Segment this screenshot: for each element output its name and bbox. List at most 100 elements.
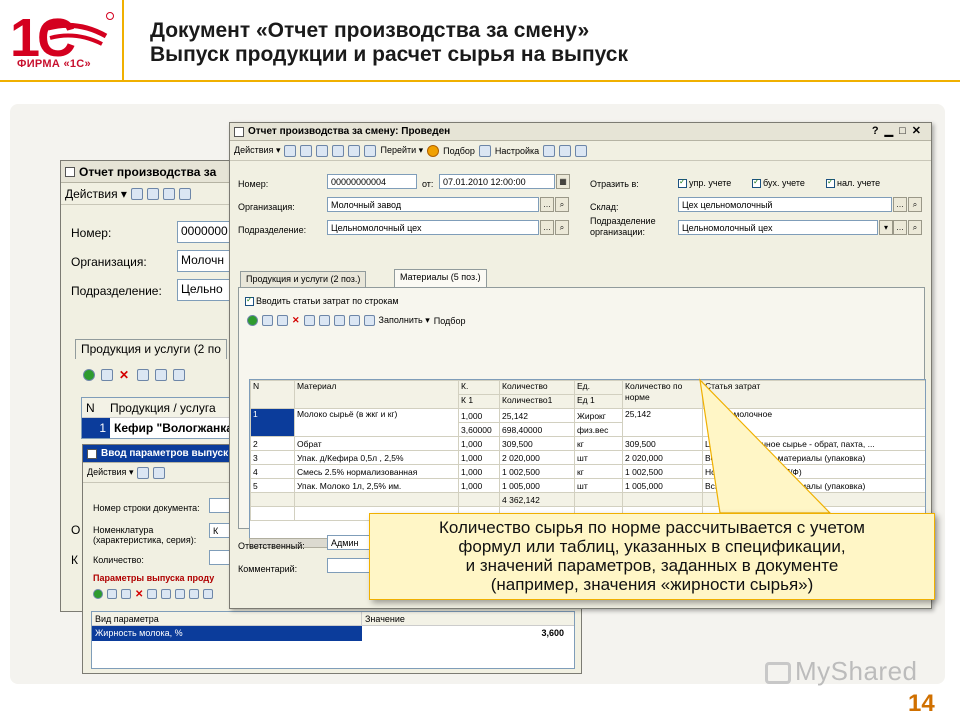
goto-menu[interactable]: Перейти ▾ [380, 145, 423, 156]
col-n: N [86, 401, 95, 415]
search-icon[interactable]: ⌕ [555, 220, 569, 235]
table-row[interactable]: Жирность молока, % 3,600 [92, 626, 574, 641]
save-icon[interactable] [147, 589, 158, 599]
dept-org-field[interactable]: Цельномолочный цех [678, 220, 878, 235]
add-icon[interactable] [247, 315, 258, 326]
row-number-label: Номер строки документа: [93, 503, 200, 513]
responsible-label: Ответственный: [238, 541, 305, 551]
reflect-mgmt-checkbox[interactable]: упр. учете [678, 177, 731, 189]
col-unit: Ед. [574, 380, 623, 395]
edit-icon[interactable] [277, 315, 288, 326]
table-row[interactable]: 1 Кефир "Вологжанка [82, 418, 250, 438]
organization-field[interactable]: Молочный завод [327, 197, 539, 212]
select-button[interactable]: … [893, 220, 907, 235]
actions-menu[interactable]: Действия ▾ [65, 187, 127, 201]
down-arrow-icon[interactable] [173, 369, 185, 381]
delete-icon[interactable]: ✕ [292, 315, 300, 326]
obscured-label: О [71, 523, 81, 537]
col-material: Материал [294, 380, 459, 409]
chevron-down-icon[interactable]: ▾ [879, 220, 893, 235]
callout-line: Количество сырья по норме рассчитывается… [438, 518, 865, 537]
save-icon[interactable] [303, 315, 315, 326]
reflect-acc-checkbox[interactable]: бух. учете [752, 177, 805, 189]
col-qty1: Количество1 [499, 394, 575, 409]
reflect-tax-checkbox[interactable]: нал. учете [826, 177, 880, 189]
up-arrow-icon[interactable] [130, 187, 143, 200]
up-arrow-icon[interactable] [161, 589, 172, 599]
company-name: ФИРМА «1С» [17, 58, 91, 70]
search-icon[interactable]: ⌕ [908, 220, 922, 235]
tab-materials[interactable]: Материалы (5 поз.) [394, 269, 487, 287]
post-icon[interactable] [316, 144, 329, 157]
save-icon[interactable] [153, 466, 166, 479]
copy-icon[interactable] [101, 369, 113, 381]
cost-items-checkbox[interactable]: Вводить статьи затрат по строкам [245, 295, 399, 307]
close-icon: ✕ [911, 125, 927, 137]
nomenclature-label: Номенклатура (характеристика, серия): [93, 525, 197, 545]
edit-icon[interactable] [121, 589, 131, 599]
add-icon[interactable] [83, 369, 95, 381]
department-label: Подразделение: [71, 284, 162, 298]
delete-icon[interactable]: ✕ [119, 369, 131, 381]
document-icon [87, 449, 97, 459]
add-icon[interactable] [93, 589, 103, 599]
print-icon[interactable] [348, 144, 361, 157]
text-format-icon[interactable] [559, 144, 572, 157]
organization-label: Организация: [238, 202, 295, 212]
tab-products[interactable]: Продукция и услуги (2 поз.) [240, 271, 367, 287]
actions-menu[interactable]: Действия ▾ [87, 467, 133, 478]
sort-desc-icon[interactable] [363, 315, 375, 326]
structure-icon[interactable] [364, 144, 377, 157]
help-icon[interactable] [427, 144, 440, 157]
actions-menu[interactable]: Действия ▾ [234, 145, 280, 156]
grid-toolbar: ✕ [83, 369, 185, 381]
search-icon[interactable]: ⌕ [908, 197, 922, 212]
up-arrow-icon[interactable] [155, 369, 167, 381]
settings-button[interactable]: Настройка [495, 146, 539, 156]
warehouse-field[interactable]: Цех цельномолочный [678, 197, 892, 212]
callout-line: (например, значения «жирности сырья») [490, 575, 814, 594]
checkbox-icon [752, 177, 761, 189]
window-controls[interactable]: ?▁□✕ [872, 124, 927, 137]
save-icon[interactable] [300, 144, 313, 157]
save-icon[interactable] [137, 369, 149, 381]
obscured-label: К [71, 553, 78, 567]
down-arrow-icon[interactable] [175, 589, 186, 599]
tab-products[interactable]: Продукция и услуги (2 по [75, 339, 227, 359]
search-icon[interactable]: ⌕ [555, 197, 569, 212]
up-arrow-icon[interactable] [137, 466, 150, 479]
toolbar: Действия ▾ [61, 183, 249, 205]
copy-icon[interactable] [332, 144, 345, 157]
text-icon[interactable] [543, 144, 556, 157]
sort-desc-icon[interactable] [203, 589, 214, 599]
sort-asc-icon[interactable] [189, 589, 200, 599]
window-titlebar: Отчет производства за [61, 161, 249, 183]
grid-icon[interactable] [478, 144, 491, 157]
copy-icon[interactable] [262, 315, 273, 326]
document-icon[interactable] [162, 187, 175, 200]
up-arrow-icon[interactable] [284, 144, 297, 157]
parameters-grid: Вид параметра Значение Жирность молока, … [91, 611, 575, 669]
fill-menu[interactable]: Заполнить ▾ [379, 315, 430, 326]
down-arrow-icon[interactable] [333, 315, 345, 326]
col-n: N [250, 380, 295, 409]
checkbox-icon [245, 295, 254, 307]
sort-asc-icon[interactable] [348, 315, 360, 326]
col-k1: К 1 [458, 394, 500, 409]
calendar-button[interactable]: ▦ [556, 174, 570, 189]
delete-icon[interactable]: ✕ [135, 589, 143, 600]
select-button[interactable]: Подбор [434, 316, 466, 326]
select-button[interactable]: Подбор [443, 146, 475, 156]
department-field[interactable]: Цельномолочный цех [327, 220, 539, 235]
select-button[interactable]: … [893, 197, 907, 212]
select-button[interactable]: … [540, 220, 554, 235]
date-field[interactable]: 07.01.2010 12:00:00 [439, 174, 555, 189]
print-icon[interactable] [178, 187, 191, 200]
copy-icon[interactable] [107, 589, 117, 599]
font-icon[interactable] [575, 144, 588, 157]
up-arrow-icon[interactable] [318, 315, 330, 326]
callout-line: формул или таблиц, указанных в специфика… [458, 537, 846, 556]
save-icon[interactable] [146, 187, 159, 200]
number-field[interactable]: 00000000004 [327, 174, 417, 189]
select-button[interactable]: … [540, 197, 554, 212]
